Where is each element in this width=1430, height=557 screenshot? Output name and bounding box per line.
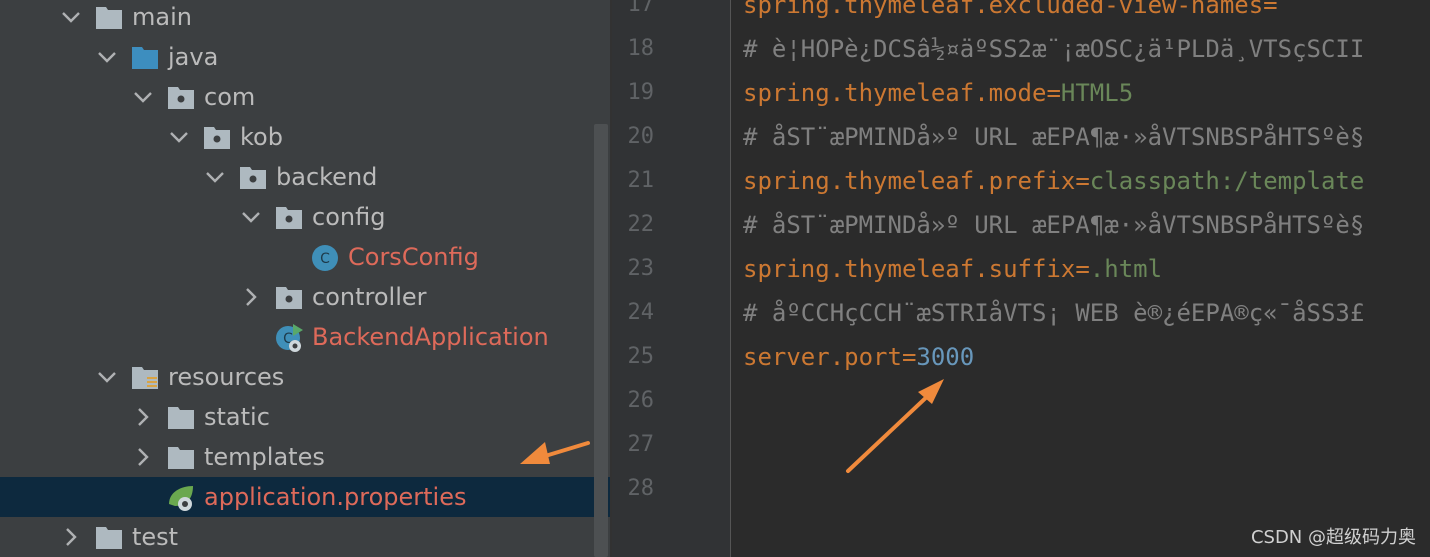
tree-item-label: config [312,203,386,231]
code-line[interactable]: spring.thymeleaf.suffix=.html [743,247,1162,291]
tree-item-resources[interactable]: resources [0,357,610,397]
folder-icon [95,524,123,550]
code-line[interactable]: # è¦HOPè¿DCSâ½¤äºSS2æ¨¡æOSC¿ä¹PLDä¸VTSçS… [743,27,1364,71]
line-number: 22 [627,212,655,237]
spring-boot-app-icon: C [275,324,303,352]
chevron-down-icon[interactable] [203,165,227,189]
tree-item-main[interactable]: main [0,0,610,37]
tree-item-label: CorsConfig [348,243,479,271]
equals-sign: = [1046,79,1061,107]
chevron-down-icon[interactable] [239,205,263,229]
tree-item-label: controller [312,283,427,311]
property-value: .html [1089,255,1163,283]
tree-item-com[interactable]: com [0,77,610,117]
code-line[interactable]: # åST¨æPMINDå»º URL æEPA¶æ·»åVTSNBSPåHTS… [743,203,1364,247]
watermark: CSDN @超级码力奥 [1250,527,1416,548]
arrow-to-server-port [846,379,944,473]
tree-item-label: application.properties [204,483,467,511]
tree-scrollbar[interactable] [594,124,608,557]
property-key: spring.thymeleaf.suffix [743,255,1076,283]
tree-item-backend[interactable]: backend [0,157,610,197]
code-line[interactable]: # åST¨æPMINDå»º URL æEPA¶æ·»åVTSNBSPåHTS… [743,115,1364,159]
folder-icon [167,444,195,470]
package-icon [203,124,231,150]
tree-item-label: static [204,403,270,431]
spring-properties-icon [167,484,195,511]
tree-item-static[interactable]: static [0,397,610,437]
equals-sign: = [1263,0,1278,19]
tree-item-kob[interactable]: kob [0,117,610,157]
tree-item-label: templates [204,443,325,471]
line-number: 21 [627,168,655,193]
property-value: HTML5 [1060,79,1134,107]
folder-icon [95,4,123,30]
tree-item-templates[interactable]: templates [0,437,610,477]
java-class-icon: C [311,244,339,271]
package-icon [167,84,195,110]
package-icon [275,204,303,230]
line-number: 26 [627,388,655,413]
tree-item-application-properties[interactable]: application.properties [0,477,610,517]
line-number: 20 [627,124,655,149]
code-line[interactable]: server.port=3000 [743,335,974,379]
tree-item-label: test [132,523,179,551]
line-number: 25 [627,344,655,369]
line-number: 27 [627,432,655,457]
equals-sign: = [1075,167,1090,195]
code-comment: # åST¨æPMINDå»º URL æEPA¶æ·»åVTSNBSPåHTS… [743,123,1365,151]
tree-item-corsconfig[interactable]: C CorsConfig [0,237,610,277]
line-number: 17 [627,0,655,17]
code-line[interactable]: spring.thymeleaf.mode=HTML5 [743,71,1133,115]
code-comment: # åºCCHçCCH¨æSTRIåVTS¡ WEB è®¿éEPA®ç«¯åS… [743,299,1365,327]
code-line[interactable]: # åºCCHçCCH¨æSTRIåVTS¡ WEB è®¿éEPA®ç«¯åS… [743,291,1364,335]
line-number: 18 [627,36,655,61]
tree-item-label: kob [240,123,283,151]
folder-icon [167,404,195,430]
tree-item-label: main [132,3,192,31]
line-number: 23 [627,256,655,281]
code-line[interactable]: spring.thymeleaf.excluded-view-names= [743,0,1278,27]
equals-sign: = [901,343,917,371]
property-key: spring.thymeleaf.mode [743,79,1047,107]
tree-item-label: resources [168,363,285,391]
chevron-down-icon[interactable] [59,5,83,29]
gutter-separator [730,0,731,557]
code-comment: # è¦HOPè¿DCSâ½¤äºSS2æ¨¡æOSC¿ä¹PLDä¸VTSçS… [743,35,1365,63]
property-value: classpath:/template [1089,167,1365,195]
resources-folder-icon [131,364,159,390]
chevron-right-icon[interactable] [239,285,263,309]
code-comment: # åST¨æPMINDå»º URL æEPA¶æ·»åVTSNBSPåHTS… [743,211,1365,239]
chevron-down-icon[interactable] [167,125,191,149]
svg-text:C: C [320,251,330,267]
tree-item-label: java [168,43,219,71]
tree-item-java[interactable]: java [0,37,610,77]
chevron-down-icon[interactable] [95,45,119,69]
chevron-down-icon[interactable] [95,365,119,389]
tree-item-test[interactable]: test [0,517,610,557]
tree-item-controller[interactable]: controller [0,277,610,317]
code-line[interactable]: spring.thymeleaf.prefix=classpath:/templ… [743,159,1364,203]
package-icon [275,284,303,310]
chevron-right-icon[interactable] [131,405,155,429]
package-icon [239,164,267,190]
equals-sign: = [1075,255,1090,283]
property-key: spring.thymeleaf.excluded-view-names [743,0,1264,19]
source-folder-icon [131,44,159,70]
chevron-down-icon[interactable] [131,85,155,109]
chevron-right-icon[interactable] [59,525,83,549]
line-number: 19 [627,80,655,105]
line-number: 28 [627,476,655,501]
property-key: spring.thymeleaf.prefix [743,167,1076,195]
tree-item-label: backend [276,163,378,191]
project-tree: main java com kob backend config C CorsConfig co… [0,0,610,557]
tree-item-label: com [204,83,256,111]
tree-item-config[interactable]: config [0,197,610,237]
line-number: 24 [627,300,655,325]
tree-item-label: BackendApplication [312,323,549,351]
property-key: server.port [743,343,902,371]
tree-item-backendapplication[interactable]: C BackendApplication [0,317,610,357]
chevron-right-icon[interactable] [131,445,155,469]
property-value: 3000 [916,343,975,371]
